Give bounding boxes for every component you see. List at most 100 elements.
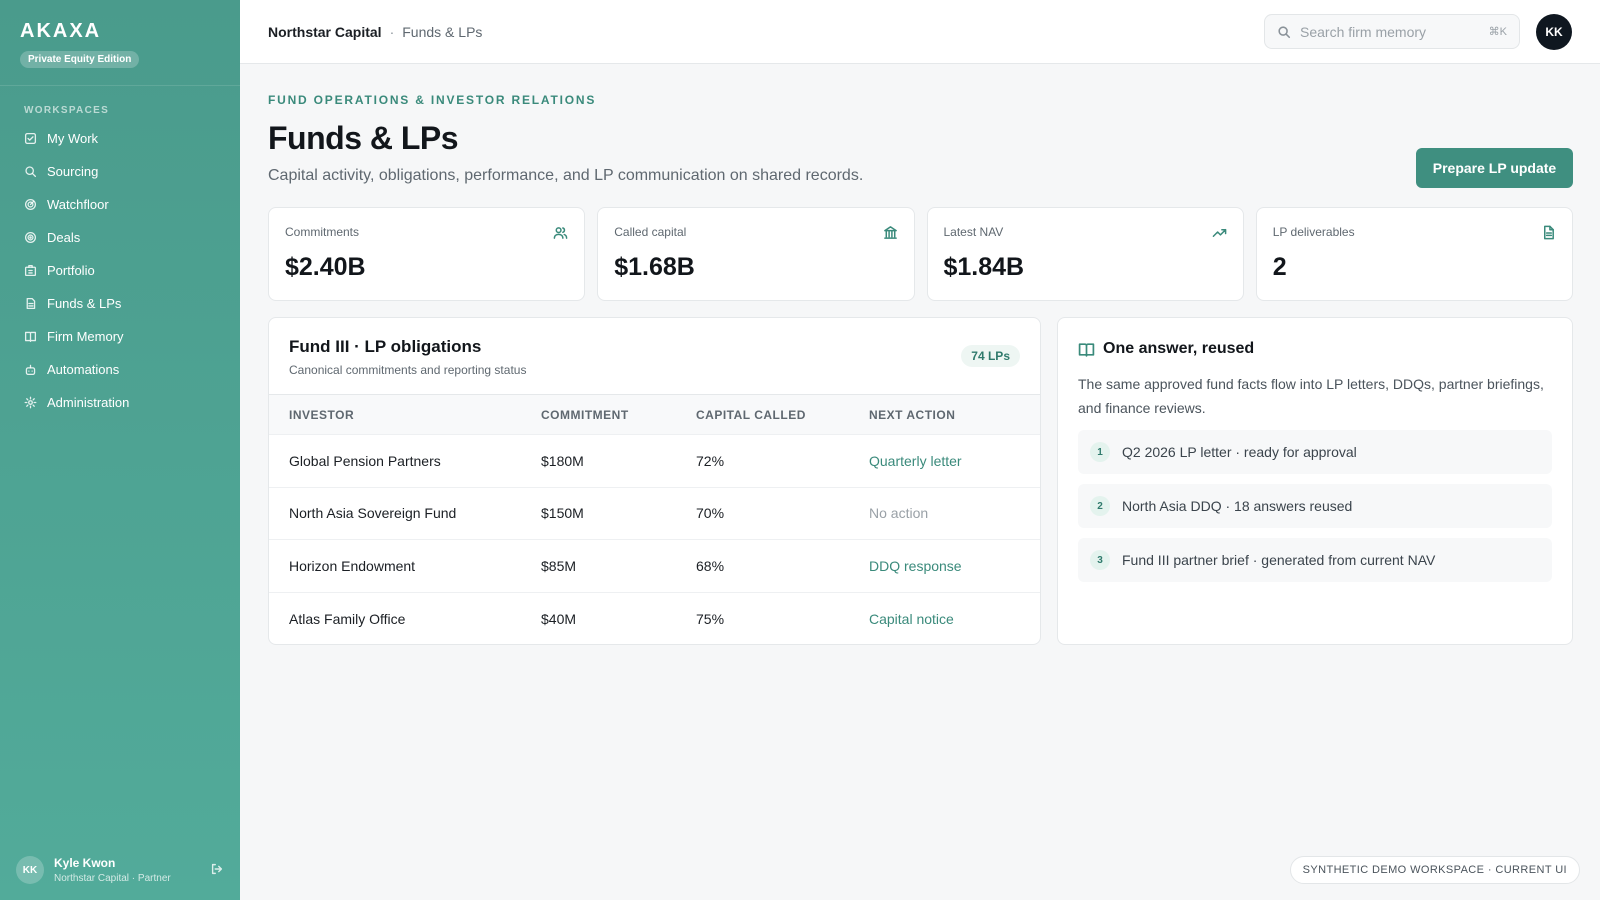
- book-icon: [24, 331, 37, 343]
- column-header-commitment[interactable]: COMMITMENT: [541, 395, 696, 435]
- table-row[interactable]: Atlas Family Office $40M 75% Capital not…: [269, 591, 1040, 644]
- column-header-next-action[interactable]: NEXT ACTION: [869, 395, 1040, 435]
- sidebar-item-administration[interactable]: Administration: [12, 386, 228, 419]
- table-row[interactable]: North Asia Sovereign Fund $150M 70% No a…: [269, 486, 1040, 540]
- prepare-lp-update-button[interactable]: Prepare LP update: [1416, 148, 1573, 188]
- kpi-label: Latest NAV: [943, 225, 1004, 239]
- panel-title: One answer, reused: [1103, 340, 1255, 357]
- kpi-card-commitments: Commitments $2.40B: [268, 207, 586, 301]
- breadcrumb: Northstar Capital · Funds & LPs: [268, 24, 482, 40]
- kpi-cards: Commitments $2.40B Called capital $1.68B…: [268, 207, 1573, 301]
- brand: AKAXA Private Equity Edition: [20, 20, 140, 68]
- step-number: 2: [1090, 496, 1110, 516]
- list-item[interactable]: 1 Q2 2026 LP letter · ready for approval: [1078, 430, 1552, 474]
- list-item-text: Fund III partner brief · generated from …: [1122, 552, 1436, 568]
- sidebar-item-portfolio[interactable]: Portfolio: [12, 254, 228, 287]
- capital-called-cell: 70%: [696, 486, 869, 540]
- commitment-cell: $85M: [541, 539, 696, 592]
- search-icon: [1278, 25, 1291, 38]
- column-header-capital-called[interactable]: CAPITAL CALLED: [696, 395, 869, 435]
- brand-logo[interactable]: AKAXA: [20, 20, 139, 43]
- kpi-card-latest-nav: Latest NAV $1.84B: [926, 207, 1244, 301]
- sidebar-item-label: Funds & LPs: [47, 296, 122, 311]
- breadcrumb-org[interactable]: Northstar Capital: [268, 24, 382, 40]
- edition-badge: Private Equity Edition: [20, 51, 140, 68]
- kpi-label: Called capital: [614, 225, 687, 239]
- capital-called-cell: 68%: [696, 539, 869, 592]
- panel-title: Fund III · LP obligations: [289, 337, 482, 356]
- bank-icon: [883, 225, 898, 240]
- capital-called-cell: 75%: [696, 591, 869, 644]
- table-row[interactable]: Horizon Endowment $85M 68% DDQ response: [269, 539, 1040, 592]
- next-action-link[interactable]: Capital notice: [869, 591, 1040, 644]
- trending-up-icon: [1212, 225, 1227, 240]
- commitment-cell: $40M: [541, 591, 696, 644]
- sidebar-item-funds-lps[interactable]: Funds & LPs: [12, 287, 228, 320]
- list-item[interactable]: 2 North Asia DDQ · 18 answers reused: [1078, 484, 1552, 528]
- table-row[interactable]: Global Pension Partners $180M 72% Quarte…: [269, 434, 1040, 487]
- panel-header: One answer, reused: [1078, 340, 1552, 358]
- investor-cell: Horizon Endowment: [269, 539, 541, 592]
- column-header-investor[interactable]: INVESTOR: [269, 395, 541, 435]
- breadcrumb-separator: ·: [389, 24, 395, 40]
- page-title: Funds & LPs: [268, 120, 459, 156]
- sidebar-item-deals[interactable]: Deals: [12, 221, 228, 254]
- document-icon: [1541, 225, 1556, 240]
- list-item-text: North Asia DDQ · 18 answers reused: [1122, 498, 1353, 514]
- account-avatar[interactable]: KK: [1536, 14, 1572, 50]
- sidebar-item-my-work[interactable]: My Work: [12, 122, 228, 155]
- search-box[interactable]: ⌘K: [1264, 14, 1520, 49]
- kpi-value: $1.68B: [614, 253, 695, 281]
- logout-button[interactable]: [210, 862, 226, 878]
- target-icon: [24, 231, 37, 244]
- sidebar-item-label: My Work: [47, 131, 99, 146]
- commitment-cell: $180M: [541, 434, 696, 487]
- kpi-label: Commitments: [285, 225, 360, 239]
- kpi-card-called-capital: Called capital $1.68B: [597, 207, 915, 301]
- sidebar-item-label: Administration: [47, 395, 130, 410]
- sidebar-item-firm-memory[interactable]: Firm Memory: [12, 320, 228, 353]
- sidebar-item-label: Deals: [47, 230, 81, 245]
- book-icon: [1078, 342, 1095, 357]
- step-number: 3: [1090, 550, 1110, 570]
- lp-obligations-table: INVESTOR COMMITMENT CAPITAL CALLED NEXT …: [269, 394, 1040, 644]
- user-info: Kyle Kwon Northstar Capital · Partner: [54, 856, 210, 884]
- building-icon: [24, 264, 37, 277]
- divider: [0, 85, 240, 86]
- sidebar: AKAXA Private Equity Edition WORKSPACES …: [0, 0, 240, 900]
- page-subtitle: Capital activity, obligations, performan…: [268, 167, 864, 184]
- logout-icon: [211, 863, 223, 875]
- user-profile[interactable]: KK Kyle Kwon Northstar Capital · Partner: [16, 854, 226, 886]
- list-item-text: Q2 2026 LP letter · ready for approval: [1122, 444, 1357, 460]
- search-input[interactable]: [1300, 23, 1480, 40]
- workspaces-label: WORKSPACES: [24, 105, 110, 116]
- avatar: KK: [16, 856, 44, 884]
- topbar: Northstar Capital · Funds & LPs ⌘K KK: [240, 0, 1600, 64]
- list-item[interactable]: 3 Fund III partner brief · generated fro…: [1078, 538, 1552, 582]
- breadcrumb-page: Funds & LPs: [402, 24, 483, 40]
- investor-cell: Global Pension Partners: [269, 434, 541, 487]
- sidebar-item-label: Automations: [47, 362, 120, 377]
- lp-count-badge: 74 LPs: [961, 345, 1020, 367]
- kpi-card-lp-deliverables: LP deliverables 2: [1255, 207, 1573, 301]
- sidebar-item-label: Watchfloor: [47, 197, 109, 212]
- file-icon: [26, 297, 36, 310]
- page-eyebrow: FUND OPERATIONS & INVESTOR RELATIONS: [268, 93, 597, 107]
- next-action-status: No action: [869, 486, 1040, 540]
- sidebar-item-automations[interactable]: Automations: [12, 353, 228, 386]
- check-square-icon: [24, 132, 37, 145]
- demo-workspace-badge: SYNTHETIC DEMO WORKSPACE · CURRENT UI: [1289, 856, 1580, 884]
- panel-subtitle: Canonical commitments and reporting stat…: [289, 363, 527, 377]
- sidebar-nav: My Work Sourcing Watchfloor Deals Portfo…: [12, 122, 228, 419]
- investor-cell: North Asia Sovereign Fund: [269, 486, 541, 540]
- search-icon: [25, 166, 37, 178]
- next-action-link[interactable]: Quarterly letter: [869, 434, 1040, 487]
- next-action-link[interactable]: DDQ response: [869, 539, 1040, 592]
- robot-icon: [25, 364, 36, 376]
- sidebar-item-sourcing[interactable]: Sourcing: [12, 155, 228, 188]
- kpi-value: 2: [1272, 253, 1287, 281]
- user-role: Northstar Capital · Partner: [54, 873, 171, 884]
- sidebar-item-watchfloor[interactable]: Watchfloor: [12, 188, 228, 221]
- panel-description: The same approved fund facts flow into L…: [1078, 376, 1544, 416]
- investor-cell: Atlas Family Office: [269, 591, 541, 644]
